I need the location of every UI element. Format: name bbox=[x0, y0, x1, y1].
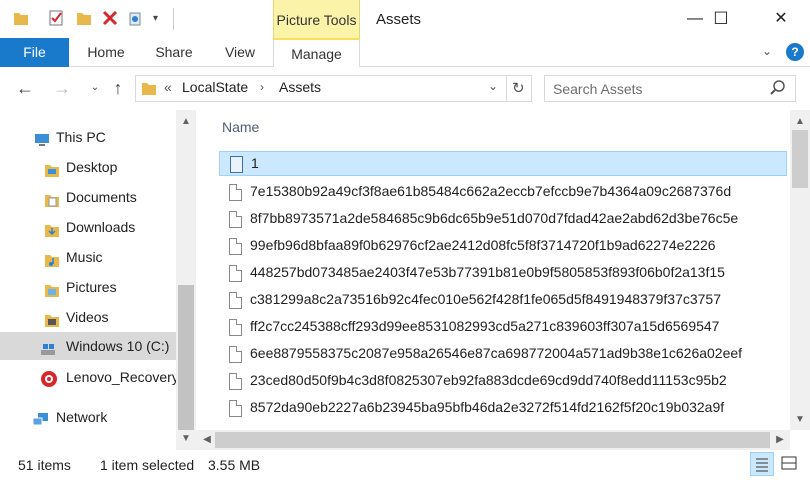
file-icon bbox=[229, 184, 242, 201]
file-icon bbox=[229, 400, 242, 417]
folder-icon bbox=[44, 279, 60, 297]
nav-item-music[interactable]: Music bbox=[44, 243, 174, 271]
file-row[interactable]: c381299a8c2a73516b92c4fec010e562f428f1fe… bbox=[219, 288, 787, 313]
tab-home[interactable]: Home bbox=[80, 38, 132, 67]
folder-icon bbox=[44, 189, 60, 207]
file-icon bbox=[229, 211, 242, 228]
ribbon-expand-icon[interactable]: ⌄ bbox=[762, 44, 772, 58]
drive-icon bbox=[40, 338, 56, 355]
address-bar[interactable]: « LocalState › Assets ⌄ ↻ bbox=[135, 75, 532, 102]
file-row[interactable]: 23ced80d50f9b4c3d8f0825307eb92fa883dcde6… bbox=[219, 369, 787, 394]
scroll-up-icon[interactable]: ▲ bbox=[178, 116, 194, 127]
file-row[interactable]: 6ee8879558375c2087e958a26546e87ca6987720… bbox=[219, 342, 787, 367]
tab-file[interactable]: File bbox=[0, 38, 69, 67]
up-arrow-icon[interactable]: ↑ bbox=[108, 78, 128, 98]
breadcrumb-assets[interactable]: Assets bbox=[279, 79, 321, 95]
properties-icon[interactable] bbox=[48, 10, 64, 26]
recycle-bin-icon[interactable] bbox=[127, 10, 143, 26]
status-size: 3.55 MB bbox=[208, 457, 261, 473]
folder-icon bbox=[44, 219, 60, 237]
search-input[interactable] bbox=[553, 79, 763, 99]
picture-tools-context-label: Picture Tools bbox=[273, 0, 360, 38]
computer-icon bbox=[34, 129, 50, 146]
details-view-button[interactable] bbox=[750, 452, 774, 476]
scroll-up-icon[interactable]: ▲ bbox=[792, 116, 808, 127]
file-list-horizontal-scroll-thumb[interactable] bbox=[215, 432, 770, 448]
scroll-down-icon[interactable]: ▼ bbox=[178, 433, 194, 444]
status-selection: 1 item selected bbox=[100, 457, 195, 473]
file-icon bbox=[229, 373, 242, 390]
scroll-right-icon[interactable]: ▶ bbox=[772, 434, 788, 445]
file-row[interactable]: 8572da90eb2227a6b23945ba95bfb46da2e3272f… bbox=[219, 396, 787, 421]
folder-icon bbox=[44, 249, 60, 267]
file-icon bbox=[229, 238, 242, 255]
maximize-button[interactable]: ☐ bbox=[698, 0, 744, 38]
file-icon bbox=[229, 319, 242, 336]
file-row[interactable]: 99efb96d8bfaa89f0b62976cf2ae2412d08fc5f8… bbox=[219, 234, 787, 259]
nav-pane-scroll-thumb[interactable] bbox=[178, 285, 194, 430]
folder-icon bbox=[44, 159, 60, 177]
delete-icon[interactable] bbox=[102, 10, 118, 26]
tab-share[interactable]: Share bbox=[150, 38, 198, 67]
address-divider bbox=[506, 76, 507, 101]
file-row[interactable]: ff2c7cc245388cff293d99ee8531082993cd5a27… bbox=[219, 315, 787, 340]
details-view-icon bbox=[756, 458, 768, 472]
folder-icon bbox=[44, 309, 60, 327]
image-file-icon bbox=[230, 156, 243, 173]
large-icons-view-button[interactable] bbox=[778, 452, 802, 476]
nav-item-desktop[interactable]: Desktop bbox=[44, 153, 174, 181]
file-row[interactable]: 8f7bb8973571a2de584685c9b6dc65b9e51d070d… bbox=[219, 207, 787, 232]
file-row[interactable]: 1 bbox=[219, 151, 787, 176]
qat-dropdown-icon[interactable]: ▾ bbox=[153, 13, 158, 24]
nav-item-lenovo-recovery[interactable]: Lenovo_Recovery bbox=[40, 363, 176, 391]
recovery-drive-icon bbox=[40, 369, 57, 387]
window-title: Assets bbox=[376, 11, 422, 28]
network-icon bbox=[32, 409, 48, 426]
nav-item-network[interactable]: Network bbox=[32, 403, 172, 431]
address-dropdown-icon[interactable]: ⌄ bbox=[488, 79, 498, 93]
nav-item-pictures[interactable]: Pictures bbox=[44, 273, 174, 301]
help-icon[interactable]: ? bbox=[786, 43, 804, 61]
status-item-count: 51 items bbox=[18, 457, 71, 473]
breadcrumb-localstate[interactable]: LocalState bbox=[182, 79, 248, 95]
new-folder-icon[interactable] bbox=[76, 10, 92, 26]
file-row[interactable]: 448257bd073485ae2403f47e53b77391b81e0b9f… bbox=[219, 261, 787, 286]
tab-view[interactable]: View bbox=[218, 38, 262, 67]
scroll-down-icon[interactable]: ▼ bbox=[792, 414, 808, 425]
recent-locations-chevron-icon[interactable]: ⌄ bbox=[85, 78, 105, 98]
back-arrow-icon[interactable]: ← bbox=[15, 78, 35, 98]
scroll-left-icon[interactable]: ◀ bbox=[199, 434, 215, 445]
file-icon bbox=[229, 346, 242, 363]
breadcrumb-separator-icon[interactable]: › bbox=[260, 80, 264, 94]
search-box[interactable] bbox=[544, 75, 796, 102]
large-icons-view-icon bbox=[781, 456, 797, 470]
refresh-icon[interactable]: ↻ bbox=[512, 79, 525, 97]
search-icon[interactable] bbox=[769, 79, 787, 97]
qat-divider bbox=[173, 8, 174, 30]
column-header-name[interactable]: Name bbox=[222, 119, 259, 135]
file-list-vertical-scroll-thumb[interactable] bbox=[792, 130, 808, 188]
nav-item-documents[interactable]: Documents bbox=[44, 183, 174, 211]
nav-item-downloads[interactable]: Downloads bbox=[44, 213, 174, 241]
close-button[interactable]: ✕ bbox=[758, 0, 804, 38]
file-icon bbox=[229, 292, 242, 309]
breadcrumb-overflow[interactable]: « bbox=[164, 79, 172, 95]
folder-icon bbox=[13, 10, 29, 26]
file-icon bbox=[229, 265, 242, 282]
nav-item-this-pc[interactable]: This PC bbox=[34, 123, 174, 151]
nav-item-windows-drive[interactable]: Windows 10 (C:) bbox=[0, 332, 176, 360]
folder-icon bbox=[142, 81, 156, 95]
tab-manage[interactable]: Manage bbox=[273, 38, 360, 67]
nav-item-videos[interactable]: Videos bbox=[44, 303, 174, 331]
forward-arrow-icon[interactable]: → bbox=[52, 78, 72, 98]
file-row[interactable]: 7e15380b92a49cf3f8ae61b85484c662a2eccb7e… bbox=[219, 180, 787, 205]
